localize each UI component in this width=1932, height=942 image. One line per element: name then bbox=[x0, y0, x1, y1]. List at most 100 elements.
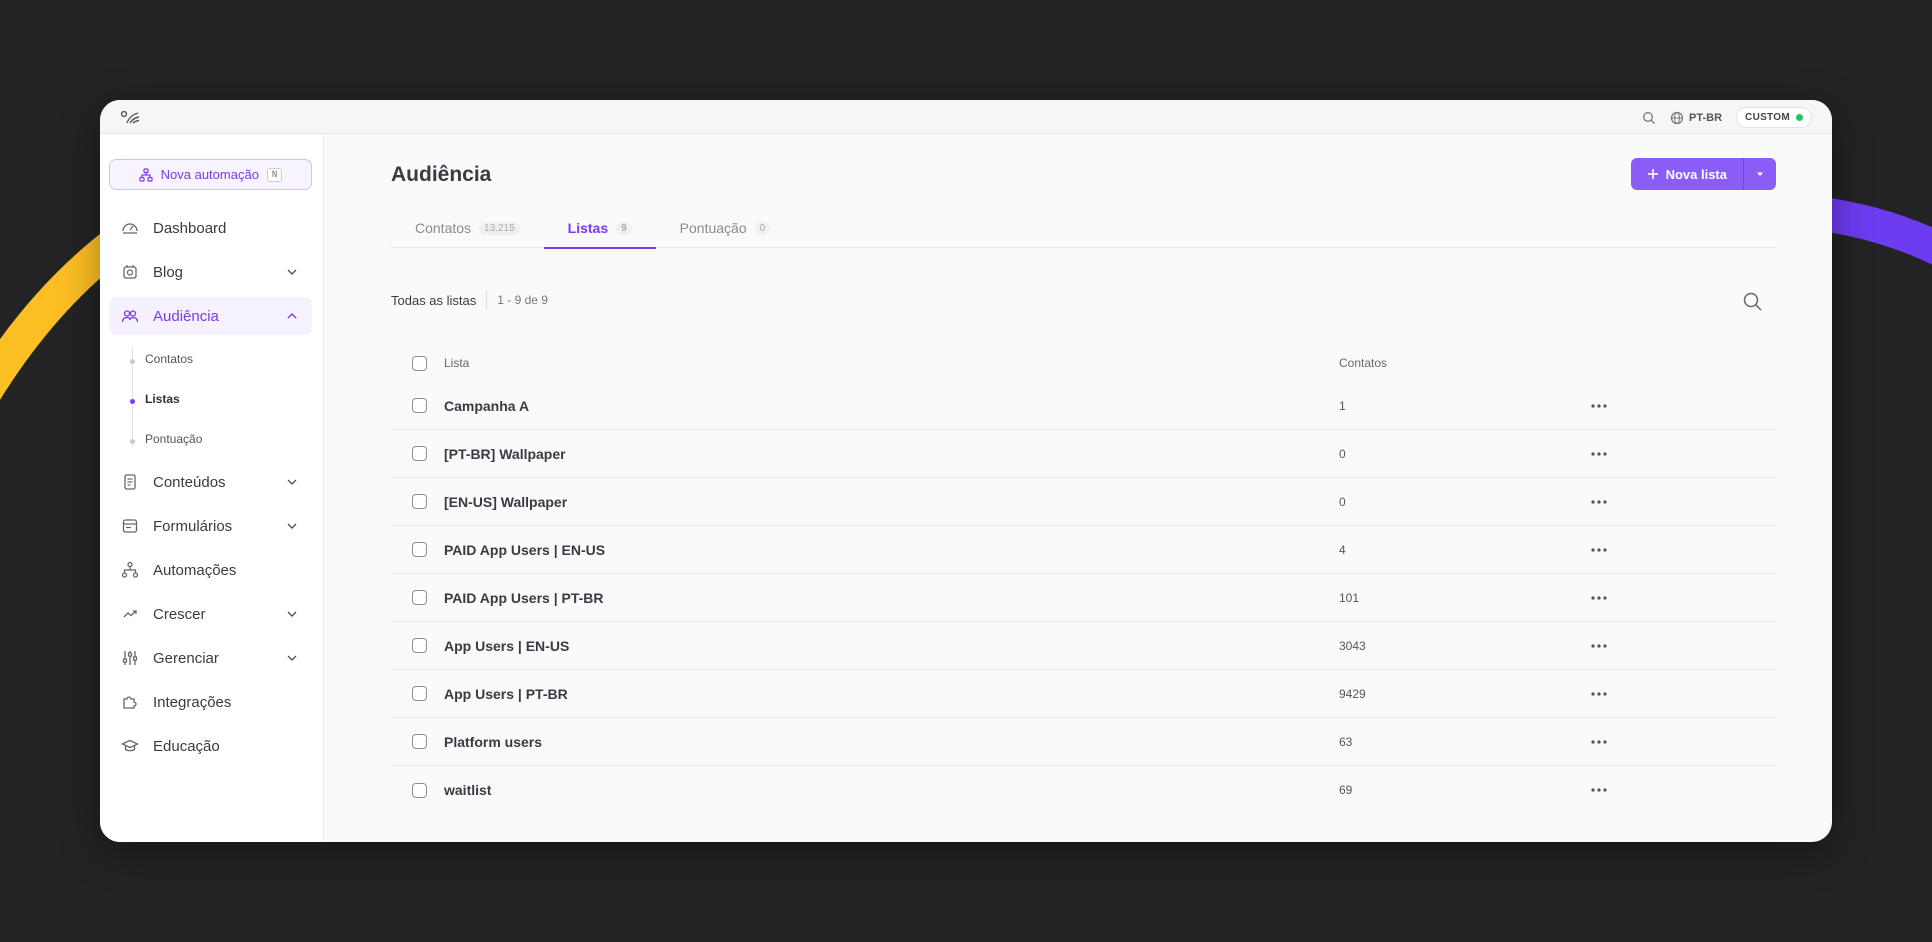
row-checkbox[interactable] bbox=[412, 782, 427, 798]
row-actions-button[interactable] bbox=[1584, 732, 1614, 752]
contact-count: 101 bbox=[1339, 590, 1360, 605]
tab-contacts[interactable]: Contatos 13.215 bbox=[391, 208, 544, 248]
list-name[interactable]: [EN-US] Wallpaper bbox=[444, 494, 1339, 510]
graduation-icon bbox=[121, 739, 139, 752]
contact-count: 3043 bbox=[1339, 638, 1366, 653]
table-row[interactable]: [EN-US] Wallpaper 0 bbox=[391, 478, 1776, 526]
sliders-icon bbox=[122, 651, 138, 665]
sidebar-item-label: Conteúdos bbox=[153, 473, 226, 491]
more-horizontal-icon bbox=[1591, 739, 1607, 744]
lists-table: Lista Contatos Campanha A 1 [PT-BR] Wall… bbox=[391, 344, 1776, 814]
row-checkbox[interactable] bbox=[412, 446, 427, 461]
new-automation-button[interactable]: Nova automação N bbox=[109, 159, 312, 190]
globe-icon bbox=[1670, 111, 1684, 124]
list-name[interactable]: PAID App Users | EN-US bbox=[444, 542, 1339, 558]
sidebar-item-integrations[interactable]: Integrações bbox=[109, 683, 312, 721]
plan-badge[interactable]: CUSTOM bbox=[1736, 107, 1812, 128]
list-name[interactable]: App Users | EN-US bbox=[444, 638, 1339, 654]
new-list-button[interactable]: Nova lista bbox=[1630, 158, 1744, 190]
list-name[interactable]: PAID App Users | PT-BR bbox=[444, 590, 1339, 606]
puzzle-icon bbox=[123, 696, 137, 709]
row-checkbox[interactable] bbox=[412, 590, 427, 605]
tab-score[interactable]: Pontuação 0 bbox=[656, 208, 795, 248]
table-header: Lista Contatos bbox=[391, 344, 1776, 382]
table-row[interactable]: Campanha A 1 bbox=[391, 382, 1776, 430]
row-actions-button[interactable] bbox=[1584, 540, 1614, 560]
row-checkbox[interactable] bbox=[412, 686, 427, 701]
new-list-label: Nova lista bbox=[1665, 166, 1727, 182]
subnav-item-lists[interactable]: Listas bbox=[145, 392, 180, 406]
table-row[interactable]: App Users | PT-BR 9429 bbox=[391, 670, 1776, 718]
form-icon bbox=[122, 519, 138, 533]
chevron-down-icon bbox=[287, 523, 297, 529]
table-row[interactable]: [PT-BR] Wallpaper 0 bbox=[391, 430, 1776, 478]
chevron-up-icon bbox=[287, 313, 297, 319]
table-row[interactable]: Platform users 63 bbox=[391, 718, 1776, 766]
select-all-checkbox[interactable] bbox=[412, 355, 427, 371]
sidebar-item-dashboard[interactable]: Dashboard bbox=[109, 209, 312, 247]
row-actions-button[interactable] bbox=[1584, 588, 1614, 608]
table-row[interactable]: waitlist 69 bbox=[391, 766, 1776, 814]
subnav-item-contacts[interactable]: Contatos bbox=[145, 352, 193, 366]
row-actions-button[interactable] bbox=[1584, 684, 1614, 704]
list-name[interactable]: Campanha A bbox=[444, 398, 1339, 414]
subnav-dot-active bbox=[130, 399, 135, 404]
sidebar-item-education[interactable]: Educação bbox=[109, 727, 312, 765]
sidebar-item-label: Automações bbox=[153, 561, 237, 579]
contact-count: 0 bbox=[1339, 494, 1346, 509]
sidebar-item-label: Formulários bbox=[153, 517, 233, 535]
sidebar-item-blog[interactable]: Blog bbox=[109, 253, 312, 291]
sidebar-item-label: Dashboard bbox=[153, 219, 227, 237]
list-name[interactable]: waitlist bbox=[444, 782, 1339, 798]
subnav-item-score[interactable]: Pontuação bbox=[145, 432, 202, 446]
row-checkbox[interactable] bbox=[412, 398, 427, 413]
automation-icon bbox=[139, 167, 153, 182]
dashboard-icon bbox=[122, 223, 138, 234]
sidebar-item-audience[interactable]: Audiência bbox=[109, 297, 312, 335]
search-icon[interactable] bbox=[1642, 111, 1656, 125]
row-checkbox[interactable] bbox=[412, 734, 427, 749]
table-row[interactable]: PAID App Users | EN-US 4 bbox=[391, 526, 1776, 574]
row-checkbox[interactable] bbox=[412, 638, 427, 653]
row-checkbox[interactable] bbox=[412, 494, 427, 509]
search-icon[interactable] bbox=[1742, 291, 1764, 313]
contact-count: 0 bbox=[1339, 446, 1346, 461]
main-content: Audiência Nova lista Contatos 13.215 Lis… bbox=[324, 134, 1832, 842]
sidebar-item-manage[interactable]: Gerenciar bbox=[109, 639, 312, 677]
list-name[interactable]: [PT-BR] Wallpaper bbox=[444, 446, 1339, 462]
contact-count: 9429 bbox=[1339, 686, 1366, 701]
tab-lists[interactable]: Listas 9 bbox=[543, 208, 656, 249]
plus-icon bbox=[1647, 169, 1658, 179]
new-list-dropdown-button[interactable] bbox=[1744, 158, 1776, 190]
list-name[interactable]: Platform users bbox=[444, 734, 1339, 750]
row-checkbox[interactable] bbox=[412, 542, 427, 557]
row-actions-button[interactable] bbox=[1584, 636, 1614, 656]
more-horizontal-icon bbox=[1591, 643, 1607, 648]
contact-count: 1 bbox=[1339, 398, 1346, 413]
language-selector[interactable]: PT-BR bbox=[1670, 111, 1722, 125]
tab-count: 9 bbox=[616, 221, 632, 235]
list-name[interactable]: App Users | PT-BR bbox=[444, 686, 1339, 702]
row-actions-button[interactable] bbox=[1584, 780, 1614, 800]
blog-icon bbox=[123, 265, 137, 279]
logo-icon[interactable] bbox=[120, 109, 142, 125]
sidebar-item-label: Audiência bbox=[153, 307, 219, 325]
row-actions-button[interactable] bbox=[1584, 492, 1614, 512]
sidebar-item-forms[interactable]: Formulários bbox=[109, 507, 312, 545]
language-label: PT-BR bbox=[1689, 111, 1723, 124]
top-right-controls: PT-BR CUSTOM bbox=[1642, 107, 1812, 128]
sidebar-item-growth[interactable]: Crescer bbox=[109, 595, 312, 633]
sidebar-item-automations[interactable]: Automações bbox=[109, 551, 312, 589]
more-horizontal-icon bbox=[1591, 788, 1607, 792]
table-row[interactable]: PAID App Users | PT-BR 101 bbox=[391, 574, 1776, 622]
row-actions-button[interactable] bbox=[1584, 396, 1614, 416]
status-dot bbox=[1796, 114, 1803, 121]
column-header-contacts: Contatos bbox=[1339, 356, 1388, 370]
list-header: Todas as listas 1 - 9 de 9 bbox=[391, 291, 548, 309]
tab-label: Contatos bbox=[415, 220, 472, 236]
row-actions-button[interactable] bbox=[1584, 444, 1614, 464]
chevron-down-icon bbox=[287, 655, 297, 661]
sidebar-item-content[interactable]: Conteúdos bbox=[109, 463, 312, 501]
table-row[interactable]: App Users | EN-US 3043 bbox=[391, 622, 1776, 670]
new-automation-label: Nova automação bbox=[160, 167, 259, 182]
